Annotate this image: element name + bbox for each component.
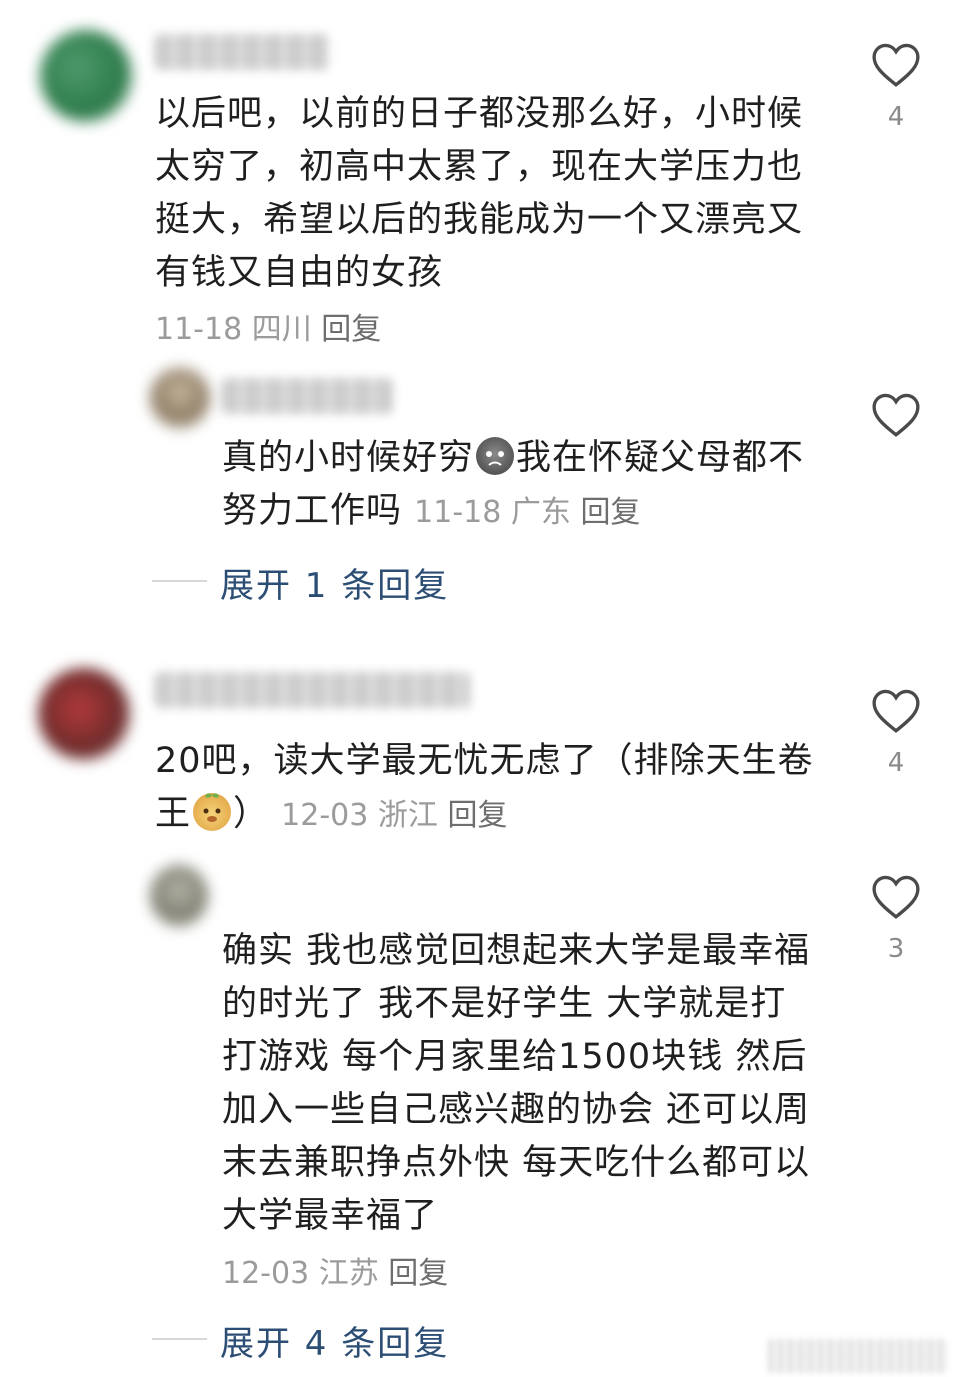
reply-button[interactable]: 回复 bbox=[447, 798, 507, 833]
reply-location: 广东 bbox=[510, 495, 571, 530]
like-count: 4 bbox=[887, 102, 905, 132]
reply-text: 真的小时候好穷 我在怀疑父母都不努力工作吗 11-18 广东 回复 bbox=[222, 437, 805, 531]
expand-divider bbox=[152, 580, 207, 582]
like-count: 4 bbox=[887, 748, 905, 778]
like-heart-icon[interactable] bbox=[871, 874, 921, 920]
comment-location: 四川 bbox=[251, 312, 312, 347]
avatar[interactable] bbox=[150, 368, 210, 428]
reply-date: 12-03 bbox=[222, 1256, 310, 1291]
reply-location: 江苏 bbox=[318, 1256, 379, 1291]
comment-text: 20吧，读大学最无忧无虑了（排除天生卷王 ） 12-03 浙江 回复 bbox=[155, 741, 814, 834]
reply-button[interactable]: 回复 bbox=[580, 495, 640, 530]
avatar[interactable] bbox=[38, 668, 130, 760]
reply-text: 确实 我也感觉回想起来大学是最幸福的时光了 我不是好学生 大学就是打打游戏 每个… bbox=[222, 931, 811, 1291]
expand-replies-button[interactable]: 展开 1 条回复 bbox=[220, 558, 449, 607]
reply-date: 11-18 bbox=[414, 495, 502, 530]
avatar[interactable] bbox=[40, 30, 132, 122]
username[interactable] bbox=[155, 34, 330, 70]
comment-text: 以后吧，以前的日子都没那么好，小时候太穷了，初高中太累了，现在大学压力也挺大，希… bbox=[155, 94, 804, 347]
like-count: 3 bbox=[887, 934, 905, 964]
watermark bbox=[768, 1339, 948, 1373]
sprout-face-emoji-icon bbox=[193, 793, 232, 831]
like-heart-icon[interactable] bbox=[871, 688, 921, 734]
reply-button[interactable]: 回复 bbox=[321, 312, 381, 347]
comment-location: 浙江 bbox=[377, 798, 438, 833]
expand-divider bbox=[152, 1338, 207, 1340]
comment-date: 12-03 bbox=[281, 798, 369, 833]
reply-button[interactable]: 回复 bbox=[388, 1256, 448, 1291]
sad-emoji-icon bbox=[476, 437, 515, 475]
avatar[interactable] bbox=[150, 865, 208, 927]
like-heart-icon[interactable] bbox=[871, 392, 921, 438]
expand-replies-button[interactable]: 展开 4 条回复 bbox=[220, 1316, 449, 1365]
username[interactable] bbox=[155, 672, 470, 708]
comment-date: 11-18 bbox=[155, 312, 243, 347]
username[interactable] bbox=[222, 378, 392, 414]
like-heart-icon[interactable] bbox=[871, 42, 921, 88]
